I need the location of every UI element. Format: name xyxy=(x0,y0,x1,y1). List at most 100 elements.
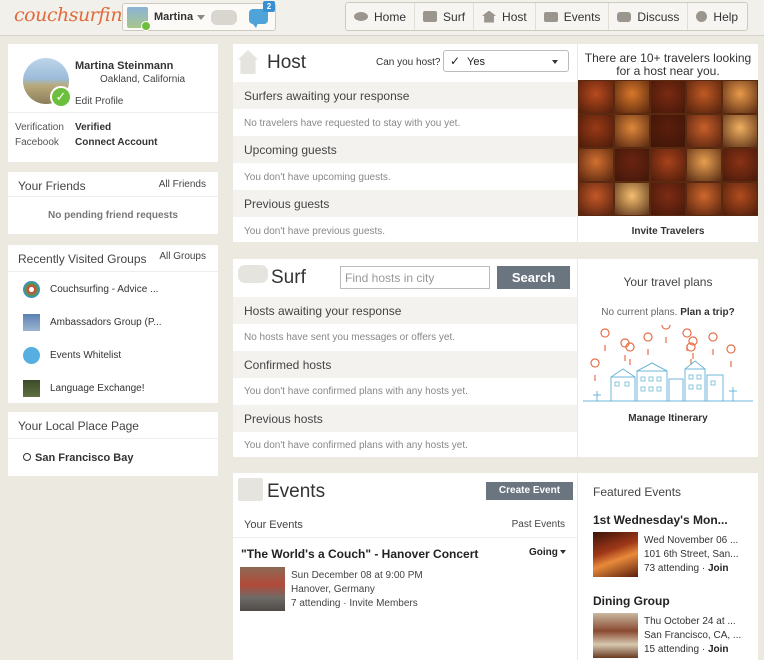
event-title-link[interactable]: "The World's a Couch" - Hanover Concert xyxy=(241,547,478,561)
all-friends-link[interactable]: All Friends xyxy=(159,179,206,190)
traveler-photo[interactable] xyxy=(614,114,650,148)
traveler-photo[interactable] xyxy=(578,114,614,148)
couchsurfing-logo[interactable]: couchsurfing xyxy=(14,4,134,26)
traveler-photo[interactable] xyxy=(686,114,722,148)
verification-value[interactable]: Verified xyxy=(75,122,111,133)
couch-icon[interactable] xyxy=(211,10,237,25)
group-item[interactable]: Language Exchange! xyxy=(8,371,218,404)
group-icon xyxy=(23,380,40,397)
host-subsection-title[interactable]: Surfers awaiting your response xyxy=(244,89,409,103)
surf-subsection-title[interactable]: Previous hosts xyxy=(244,412,323,426)
traveler-photo[interactable] xyxy=(686,182,722,216)
rsvp-going-dropdown[interactable]: Going xyxy=(529,547,566,558)
group-icon xyxy=(23,281,40,298)
group-label[interactable]: Language Exchange! xyxy=(50,383,145,394)
search-button[interactable]: Search xyxy=(497,266,570,289)
group-item[interactable]: Couchsurfing - Advice ... xyxy=(8,272,218,305)
user-menu[interactable]: Martina 2 xyxy=(122,1,276,31)
all-groups-link[interactable]: All Groups xyxy=(159,251,206,262)
join-event-link[interactable]: Join xyxy=(708,563,729,574)
group-item[interactable]: Events Whitelist xyxy=(8,338,218,371)
traveler-photo[interactable] xyxy=(722,80,758,114)
event-photo[interactable] xyxy=(240,567,285,611)
nav-surf-label: Surf xyxy=(443,9,466,24)
group-label[interactable]: Ambassadors Group (P... xyxy=(50,317,162,328)
traveler-photo[interactable] xyxy=(722,148,758,182)
your-events-title: Your Events xyxy=(244,519,303,531)
user-avatar[interactable] xyxy=(127,7,151,31)
nav-host[interactable]: Host xyxy=(474,3,536,30)
travelers-card: There are 10+ travelers looking for a ho… xyxy=(578,44,758,242)
groups-card: Recently Visited Groups All Groups Couch… xyxy=(8,245,218,403)
nav-events[interactable]: Events xyxy=(536,3,610,30)
join-event-link[interactable]: Join xyxy=(708,644,729,655)
manage-itinerary-link[interactable]: Manage Itinerary xyxy=(578,413,758,424)
user-menu-name[interactable]: Martina xyxy=(154,11,193,23)
create-event-button[interactable]: Create Event xyxy=(486,482,573,500)
group-item[interactable]: Ambassadors Group (P... xyxy=(8,305,218,338)
traveler-photo[interactable] xyxy=(578,148,614,182)
local-place-link[interactable]: San Francisco Bay xyxy=(23,452,133,464)
find-hosts-input[interactable] xyxy=(341,267,487,288)
traveler-photo[interactable] xyxy=(650,80,686,114)
edit-profile-link[interactable]: Edit Profile xyxy=(75,96,123,107)
surf-subsection-title[interactable]: Hosts awaiting your response xyxy=(244,304,401,318)
nav-host-label: Host xyxy=(502,9,527,24)
travel-plans-status: No current plans. Plan a trip? xyxy=(578,307,758,318)
traveler-photo[interactable] xyxy=(686,80,722,114)
traveler-photo[interactable] xyxy=(650,148,686,182)
host-subsection-note: No travelers have requested to stay with… xyxy=(244,118,461,129)
traveler-photo[interactable] xyxy=(722,114,758,148)
featured-event-name[interactable]: 1st Wednesday's Mon... xyxy=(593,513,728,527)
traveler-photo[interactable] xyxy=(614,148,650,182)
traveler-photo[interactable] xyxy=(650,114,686,148)
can-host-value: Yes xyxy=(467,56,485,68)
group-label[interactable]: Events Whitelist xyxy=(50,350,121,361)
featured-event-date: Thu October 24 at ... xyxy=(644,616,736,627)
surf-subsection-note: No hosts have sent you messages or offer… xyxy=(244,332,456,343)
nav-help[interactable]: Help xyxy=(688,3,746,30)
featured-event-attendance: 73 attending · Join xyxy=(644,563,729,574)
host-subsection: Surfers awaiting your response xyxy=(233,82,577,109)
nav-home[interactable]: Home xyxy=(346,3,416,30)
traveler-photo[interactable] xyxy=(650,182,686,216)
connect-facebook-link[interactable]: Connect Account xyxy=(75,137,157,148)
nav-surf[interactable]: Surf xyxy=(415,3,475,30)
verification-label: Verification xyxy=(15,122,64,133)
traveler-photo[interactable] xyxy=(686,148,722,182)
traveler-photo[interactable] xyxy=(578,182,614,216)
traveler-photo-grid[interactable] xyxy=(578,80,758,216)
map-pin-icon xyxy=(600,328,610,351)
past-events-link[interactable]: Past Events xyxy=(512,519,565,530)
profile-name[interactable]: Martina Steinmann xyxy=(75,60,173,72)
travelers-title: There are 10+ travelers looking for a ho… xyxy=(584,51,752,78)
nav-discuss[interactable]: Discuss xyxy=(609,3,689,30)
surf-subsection-note: You don't have confirmed plans with any … xyxy=(244,386,468,397)
traveler-photo[interactable] xyxy=(614,182,650,216)
chevron-down-icon[interactable] xyxy=(197,15,205,20)
surf-subsection: Confirmed hosts xyxy=(233,351,577,378)
travel-plans-card: Your travel plans No current plans. Plan… xyxy=(578,259,758,457)
local-place-name[interactable]: San Francisco Bay xyxy=(35,452,133,464)
featured-event-name[interactable]: Dining Group xyxy=(593,594,670,608)
featured-event-address: San Francisco, CA, ... xyxy=(644,630,742,641)
can-host-select[interactable]: ✓ Yes xyxy=(443,50,569,72)
plan-trip-link[interactable]: Plan a trip? xyxy=(680,307,734,318)
invite-members-link[interactable]: Invite Members xyxy=(349,598,417,609)
can-host-label: Can you host? xyxy=(376,57,441,68)
speech-bubble-icon xyxy=(617,11,632,22)
featured-event-photo[interactable] xyxy=(593,532,638,577)
host-subsection-title[interactable]: Previous guests xyxy=(244,197,329,211)
traveler-photo[interactable] xyxy=(614,80,650,114)
invite-travelers-link[interactable]: Invite Travelers xyxy=(578,226,758,237)
traveler-photo[interactable] xyxy=(722,182,758,216)
host-subsection-title[interactable]: Upcoming guests xyxy=(244,143,337,157)
featured-event-photo[interactable] xyxy=(593,613,638,658)
nav-help-label: Help xyxy=(713,9,739,24)
traveler-photo[interactable] xyxy=(578,80,614,114)
find-hosts-field[interactable] xyxy=(340,266,490,289)
house-icon xyxy=(238,50,258,74)
surf-subsection-title[interactable]: Confirmed hosts xyxy=(244,358,331,372)
group-label[interactable]: Couchsurfing - Advice ... xyxy=(50,284,158,295)
calendar-icon xyxy=(543,11,558,22)
